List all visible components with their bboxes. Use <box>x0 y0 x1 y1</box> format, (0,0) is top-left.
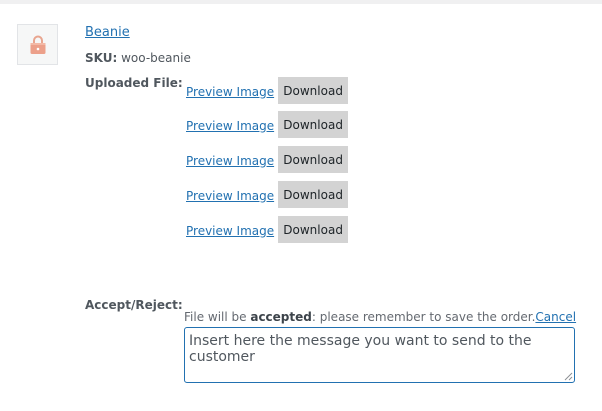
notice-prefix: File will be <box>184 310 251 324</box>
preview-image-link[interactable]: Preview Image <box>186 119 274 133</box>
uploaded-file-row: Preview Image Download <box>186 216 349 243</box>
product-sku: SKU: woo-beanie <box>85 51 191 65</box>
customer-message-field[interactable] <box>184 327 575 383</box>
uploaded-file-row: Preview Image Download <box>186 111 349 138</box>
download-button[interactable]: Download <box>278 181 349 208</box>
top-divider <box>0 0 602 4</box>
uploaded-file-label: Uploaded File: <box>85 76 183 90</box>
product-thumbnail <box>17 24 58 65</box>
cancel-link[interactable]: Cancel <box>535 310 576 324</box>
preview-image-link[interactable]: Preview Image <box>186 224 274 238</box>
uploaded-file-row: Preview Image Download <box>186 77 349 104</box>
download-button[interactable]: Download <box>278 111 349 138</box>
download-button[interactable]: Download <box>278 77 349 104</box>
preview-image-link[interactable]: Preview Image <box>186 154 274 168</box>
download-button[interactable]: Download <box>278 146 349 173</box>
preview-image-link[interactable]: Preview Image <box>186 85 274 99</box>
lock-icon <box>30 35 46 54</box>
notice-suffix: : please remember to save the order. <box>311 310 536 324</box>
notice-status: accepted <box>250 310 312 324</box>
sku-value: woo-beanie <box>117 51 191 65</box>
download-button[interactable]: Download <box>278 216 349 243</box>
uploaded-file-row: Preview Image Download <box>186 146 349 173</box>
accept-reject-label: Accept/Reject: <box>85 298 183 312</box>
accept-notice: File will be accepted: please remember t… <box>184 310 576 324</box>
preview-image-link[interactable]: Preview Image <box>186 189 274 203</box>
sku-label: SKU: <box>85 51 118 65</box>
order-item-panel: Beanie SKU: woo-beanie Uploaded File: Pr… <box>0 0 602 411</box>
resize-handle-icon[interactable] <box>564 372 573 381</box>
product-name-link[interactable]: Beanie <box>85 25 130 40</box>
uploaded-file-row: Preview Image Download <box>186 181 349 208</box>
